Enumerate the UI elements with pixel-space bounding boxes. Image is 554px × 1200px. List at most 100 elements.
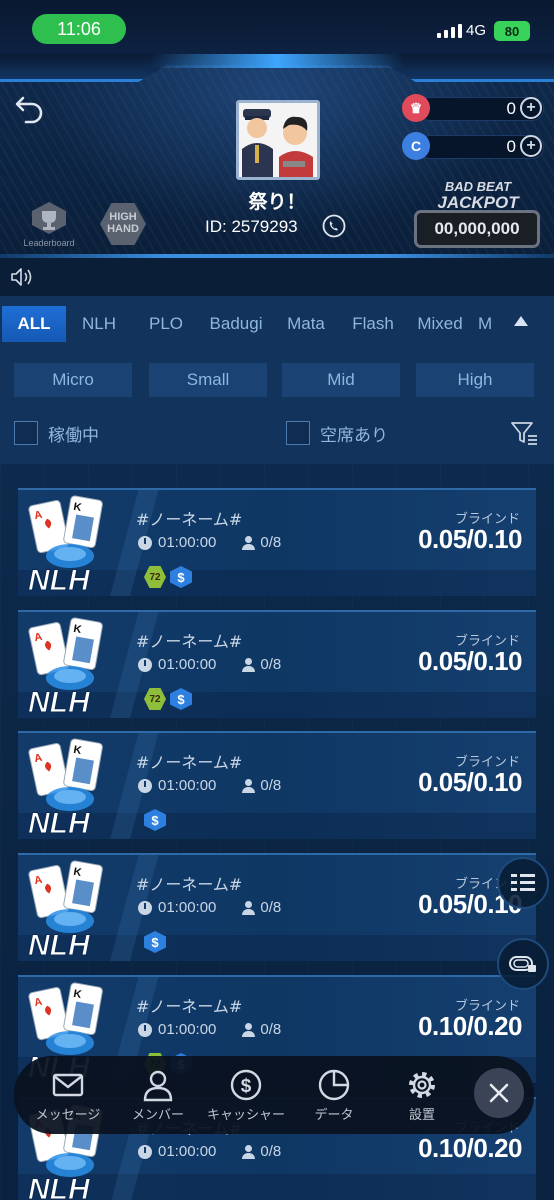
svg-text:NLH: NLH: [28, 1173, 91, 1200]
table-name: #ノーネーム#: [136, 632, 243, 651]
player-count-icon: [242, 657, 256, 672]
table-meta: 01:00:00 0/8: [138, 1143, 281, 1160]
dollar-badge-icon: $: [144, 809, 166, 831]
nav-members[interactable]: メンバー: [112, 1068, 204, 1128]
player-count-icon: [242, 1144, 256, 1159]
stake-high-button[interactable]: High: [416, 363, 534, 397]
table-name: #ノーネーム#: [136, 997, 243, 1016]
table-time: 01:00:00: [158, 656, 217, 673]
jackpot-value: 00,000,000: [414, 210, 540, 248]
tab-badugi[interactable]: Badugi: [200, 306, 272, 342]
dollar-badge-icon: $: [170, 566, 192, 588]
table-name: #ノーネーム#: [136, 753, 243, 772]
seven-deuce-badge-icon: 72: [144, 688, 166, 710]
table-row[interactable]: A K NLH #ノーネーム# 01:00:00 0/8 $ ブラインド 0.05/0.1…: [18, 731, 536, 839]
speaker-icon[interactable]: [10, 267, 34, 287]
back-icon[interactable]: [14, 92, 46, 124]
table-row[interactable]: A K NLH #ノーネーム# 01:00:00 0/8 72 $ ブラインド 0.05/0…: [18, 488, 536, 596]
table-time: 01:00:00: [158, 1021, 217, 1038]
tab-flash[interactable]: Flash: [342, 306, 404, 342]
player-count-icon: [242, 778, 256, 793]
table-row[interactable]: A K NLH #ノーネーム# 01:00:00 0/8 $ ブラインド 0.05/0.1…: [18, 853, 536, 961]
player-count-icon: [242, 1022, 256, 1037]
clock-icon: [138, 1022, 152, 1037]
battery-indicator: 80: [494, 21, 530, 41]
chip-balance: 0: [506, 99, 516, 118]
network-label: 4G: [466, 22, 487, 39]
tab-more[interactable]: M: [478, 306, 500, 342]
stake-micro-button[interactable]: Micro: [14, 363, 132, 397]
seven-deuce-badge-icon: 72: [144, 566, 166, 588]
blind-value: 0.05/0.10: [418, 767, 522, 797]
table-players: 0/8: [260, 656, 282, 673]
svg-text:NLH: NLH: [28, 807, 91, 839]
nlh-game-icon: A K NLH: [28, 860, 103, 961]
clock-icon: [138, 900, 152, 915]
announcement-bar: [0, 258, 554, 296]
table-meta: 01:00:00 0/8: [138, 899, 281, 916]
filter-icon[interactable]: [510, 420, 538, 446]
svg-text:NLH: NLH: [28, 686, 91, 718]
nav-messages[interactable]: メッセージ: [22, 1068, 114, 1128]
stake-small-button[interactable]: Small: [149, 363, 267, 397]
list-view-button[interactable]: [497, 857, 549, 909]
table-row[interactable]: A K NLH #ノーネーム# 01:00:00 0/8 72 $ ブラインド 0.05/0…: [18, 610, 536, 718]
close-menu-button[interactable]: [474, 1068, 524, 1118]
tab-plo[interactable]: PLO: [138, 306, 194, 342]
player-count-icon: [242, 900, 256, 915]
stake-mid-button[interactable]: Mid: [282, 363, 400, 397]
collapse-tabs-icon[interactable]: [514, 316, 528, 326]
add-chips-button[interactable]: +: [520, 97, 542, 119]
seats-open-filter[interactable]: 空席あり: [286, 420, 388, 446]
clock-icon: [138, 657, 152, 672]
tab-mata[interactable]: Mata: [278, 306, 334, 342]
running-filter[interactable]: 稼働中: [14, 420, 99, 446]
filter-panel: ALL NLH PLO Badugi Mata Flash Mixed M Mi…: [0, 296, 554, 464]
avatar[interactable]: [236, 100, 320, 180]
tab-all[interactable]: ALL: [2, 306, 66, 342]
cashier-icon: $: [230, 1069, 262, 1101]
running-checkbox[interactable]: [14, 421, 38, 445]
svg-text:NLH: NLH: [28, 564, 91, 596]
envelope-icon: [52, 1073, 84, 1097]
phone-icon[interactable]: [322, 214, 346, 238]
tab-nlh[interactable]: NLH: [72, 306, 126, 342]
seats-open-checkbox[interactable]: [286, 421, 310, 445]
table-name: #ノーネーム#: [136, 875, 243, 894]
leaderboard-button[interactable]: Leaderboard: [18, 196, 80, 252]
coin-balance: 0: [506, 137, 516, 156]
nav-messages-label: メッセージ: [35, 1108, 101, 1123]
table-players: 0/8: [260, 534, 282, 551]
blind-value: 0.05/0.10: [418, 524, 522, 554]
player-id: ID: 2579293: [205, 217, 298, 236]
nav-cashier[interactable]: $ キャッシャー: [200, 1068, 292, 1128]
seats-open-label: 空席あり: [320, 425, 388, 446]
running-label: 稼働中: [48, 425, 99, 446]
jackpot-panel[interactable]: BAD BEAT JACKPOT 00,000,000: [414, 180, 540, 250]
nav-data-label: データ: [314, 1108, 354, 1123]
table-meta: 01:00:00 0/8: [138, 777, 281, 794]
list-icon: [511, 874, 535, 891]
blind-value: 0.10/0.20: [418, 1011, 522, 1041]
clock-icon: [138, 778, 152, 793]
svg-text:NLH: NLH: [28, 929, 91, 961]
table-time: 01:00:00: [158, 899, 217, 916]
table-meta: 01:00:00 0/8: [138, 656, 281, 673]
clock-icon: [138, 1144, 152, 1159]
jackpot-title-line1: BAD BEAT: [444, 179, 512, 194]
nav-data[interactable]: データ: [288, 1068, 380, 1128]
tab-mixed[interactable]: Mixed: [408, 306, 472, 342]
nav-settings[interactable]: 設置: [376, 1068, 468, 1128]
crown-chip-icon: ♛: [402, 94, 430, 122]
add-coins-button[interactable]: +: [520, 135, 542, 157]
nlh-game-icon: A K NLH: [28, 495, 103, 596]
clock-icon: [138, 535, 152, 550]
table-lock-button[interactable]: [497, 938, 549, 990]
dollar-badge-icon: $: [170, 688, 192, 710]
game-type-tabs: ALL NLH PLO Badugi Mata Flash Mixed M: [0, 306, 500, 342]
table-time: 01:00:00: [158, 777, 217, 794]
high-hand-button[interactable]: HIGH HAND: [92, 196, 154, 252]
trophy-icon: [32, 202, 66, 234]
table-players: 0/8: [260, 1143, 282, 1160]
status-time: 11:06: [32, 14, 126, 44]
